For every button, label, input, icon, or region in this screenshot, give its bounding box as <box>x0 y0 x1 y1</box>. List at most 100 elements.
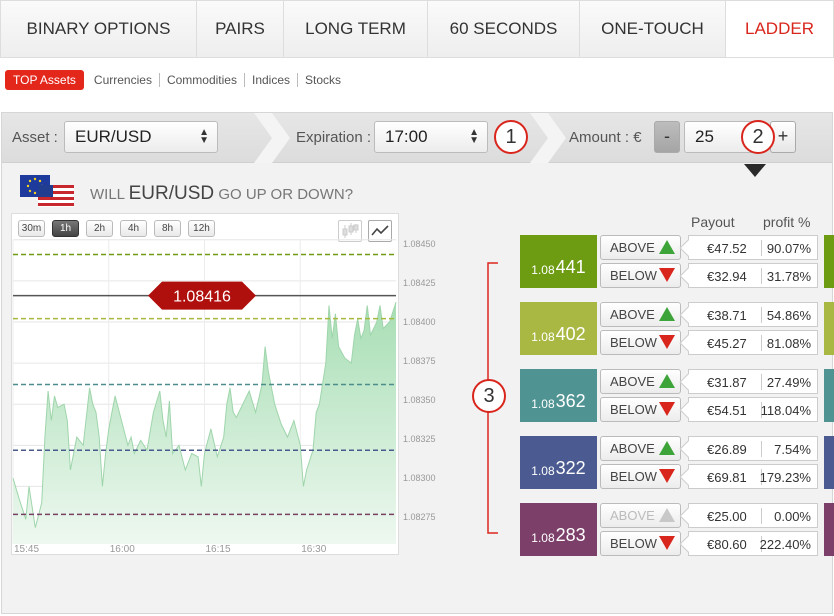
strike-level-4[interactable]: 1.08 283 <box>520 503 597 556</box>
payout-divider <box>761 240 762 256</box>
below-payout-box: €45.27 81.08% <box>679 330 818 355</box>
profit-percent: 7.54% <box>774 442 811 457</box>
amount-pointer-icon <box>744 164 766 177</box>
above-button[interactable]: ABOVE <box>600 503 681 528</box>
payout-pointer <box>679 267 697 285</box>
below-button[interactable]: BELOW <box>600 531 681 556</box>
tab-ladder[interactable]: LADDER <box>726 1 834 57</box>
amount-input-value: 25 <box>695 127 714 146</box>
subnav-currencies[interactable]: Currencies <box>87 73 160 87</box>
current-price-value: 1.08416 <box>173 289 231 306</box>
subnav-indices[interactable]: Indices <box>245 73 299 87</box>
payout-divider <box>761 335 762 351</box>
x-tick: 16:30 <box>301 544 326 554</box>
above-payout-box: €31.87 27.49% <box>679 369 818 394</box>
strike-edge <box>824 302 834 355</box>
strike-level-3[interactable]: 1.08 322 <box>520 436 597 489</box>
payout-pointer <box>679 334 697 352</box>
step-badge-3: 3 <box>472 379 506 413</box>
select-arrows-icon: ▲ ▼ <box>469 127 479 146</box>
strike-level-0[interactable]: 1.08 441 <box>520 235 597 288</box>
strike-prefix: 1.08 <box>531 531 555 545</box>
payout-pointer <box>679 507 697 525</box>
profit-percent: 118.04% <box>760 403 811 418</box>
payout-divider <box>761 441 762 457</box>
asset-category-nav: TOP Assets Currencies Commodities Indice… <box>5 70 348 90</box>
strike-edge <box>824 235 834 288</box>
below-button[interactable]: BELOW <box>600 464 681 489</box>
heading-pre: WILL <box>90 186 125 203</box>
below-label: BELOW <box>610 469 657 484</box>
asset-select[interactable]: EUR/USD ▲ ▼ <box>64 121 218 153</box>
above-button[interactable]: ABOVE <box>600 302 681 327</box>
trading-panel: Asset : EUR/USD ▲ ▼ Expiration : 17:00 ▲ ▼… <box>1 112 834 614</box>
payout-amount: €38.71 <box>707 308 747 323</box>
y-tick: 1.08450 <box>403 239 436 249</box>
amount-decrease-button[interactable]: - <box>654 121 680 153</box>
profit-percent: 27.49% <box>766 375 811 390</box>
strike-prefix: 1.08 <box>531 263 555 277</box>
y-tick: 1.08375 <box>403 356 436 366</box>
subnav-commodities[interactable]: Commodities <box>160 73 245 87</box>
tab-binary-options[interactable]: BINARY OPTIONS <box>1 1 197 57</box>
expiration-label: Expiration : <box>296 129 372 146</box>
strike-level-1[interactable]: 1.08 402 <box>520 302 597 355</box>
subnav-top-assets[interactable]: TOP Assets <box>5 70 84 90</box>
payout-pointer <box>679 306 697 324</box>
arrow-up-icon <box>659 307 675 321</box>
payout-amount: €31.87 <box>707 375 747 390</box>
below-button[interactable]: BELOW <box>600 330 681 355</box>
payout-divider <box>761 307 762 323</box>
payout-pointer <box>679 401 697 419</box>
chevron-divider-icon <box>254 113 290 163</box>
y-tick: 1.08300 <box>403 473 436 483</box>
strike-suffix: 283 <box>555 525 586 545</box>
below-payout-box: €80.60 222.40% <box>679 531 818 556</box>
payout-amount: €80.60 <box>707 537 747 552</box>
x-tick: 15:45 <box>14 544 39 554</box>
tab-60-seconds[interactable]: 60 SECONDS <box>428 1 580 57</box>
payout-divider <box>761 268 762 284</box>
profit-percent: 179.23% <box>759 470 811 485</box>
x-tick: 16:15 <box>206 544 231 554</box>
payout-amount: €54.51 <box>707 403 747 418</box>
arrow-up-icon <box>659 508 675 522</box>
tab-pairs[interactable]: PAIRS <box>197 1 284 57</box>
payout-amount: €47.52 <box>707 241 747 256</box>
arrow-down-icon <box>659 268 675 282</box>
above-button[interactable]: ABOVE <box>600 235 681 260</box>
above-label: ABOVE <box>610 508 655 523</box>
strike-suffix: 322 <box>555 458 586 478</box>
above-button[interactable]: ABOVE <box>600 369 681 394</box>
payout-pointer <box>679 373 697 391</box>
below-button[interactable]: BELOW <box>600 263 681 288</box>
subnav-stocks[interactable]: Stocks <box>298 73 348 87</box>
above-button[interactable]: ABOVE <box>600 436 681 461</box>
payout-amount: €26.89 <box>707 442 747 457</box>
payout-amount: €25.00 <box>707 509 747 524</box>
strike-suffix: 362 <box>555 391 586 411</box>
step-badge-1: 1 <box>494 120 528 154</box>
arrow-down-icon <box>659 335 675 349</box>
x-tick: 16:00 <box>110 544 135 554</box>
asset-select-value: EUR/USD <box>75 127 152 146</box>
payout-pointer <box>679 440 697 458</box>
above-payout-box: €38.71 54.86% <box>679 302 818 327</box>
below-button[interactable]: BELOW <box>600 397 681 422</box>
profit-percent: 222.40% <box>759 537 811 552</box>
strike-edge <box>824 369 834 422</box>
heading-post: GO UP OR DOWN? <box>218 186 354 203</box>
payout-divider <box>761 508 762 524</box>
tab-long-term[interactable]: LONG TERM <box>284 1 428 57</box>
strike-edge <box>824 436 834 489</box>
tab-one-touch[interactable]: ONE-TOUCH <box>580 1 726 57</box>
above-label: ABOVE <box>610 441 655 456</box>
strike-level-2[interactable]: 1.08 362 <box>520 369 597 422</box>
amount-label: Amount : € <box>569 129 642 146</box>
below-label: BELOW <box>610 268 657 283</box>
chevron-divider-icon <box>530 113 566 163</box>
expiration-select[interactable]: 17:00 ▲ ▼ <box>374 121 488 153</box>
arrow-down-icon <box>659 402 675 416</box>
price-chart-plot: 1.08416 15:45 16:00 16:15 16:30 <box>12 239 397 554</box>
heading-asset: EUR/USD <box>128 183 215 204</box>
